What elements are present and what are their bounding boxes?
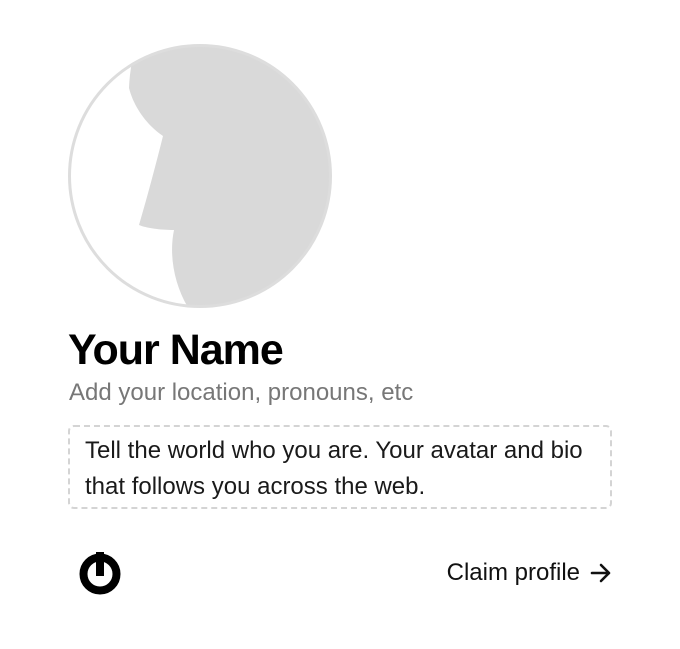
claim-profile-label: Claim profile (446, 559, 580, 586)
avatar[interactable] (68, 44, 332, 308)
power-icon[interactable] (78, 551, 122, 595)
profile-name[interactable]: Your Name (68, 322, 284, 378)
claim-profile-link[interactable]: Claim profile (447, 556, 612, 590)
profile-bio-field[interactable]: Tell the world who you are. Your avatar … (68, 425, 612, 509)
profile-card: Your Name Add your location, pronouns, e… (0, 0, 680, 649)
arrow-right-icon (590, 563, 611, 583)
profile-meta-field[interactable]: Add your location, pronouns, etc (69, 377, 413, 409)
